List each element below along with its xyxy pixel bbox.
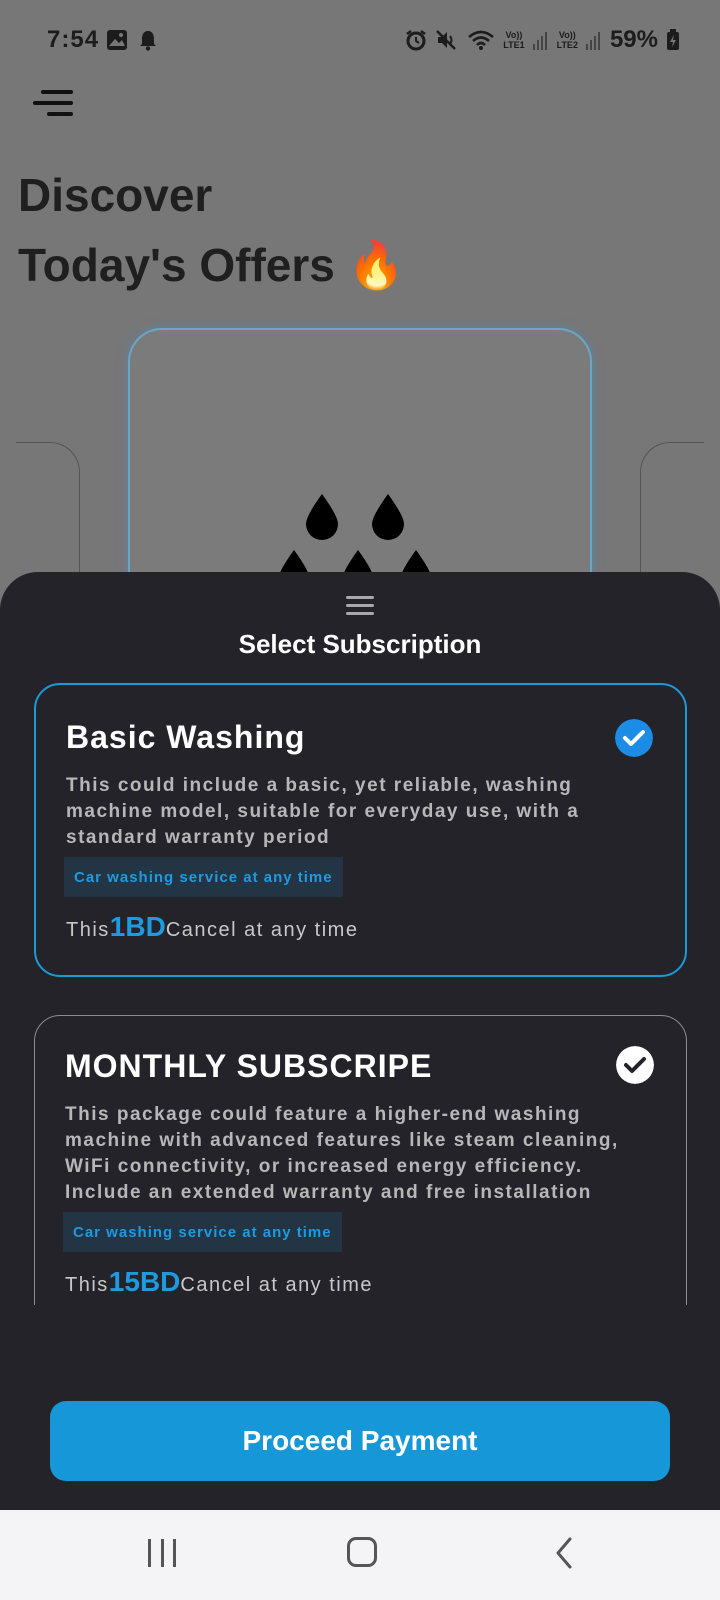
image-icon bbox=[107, 30, 127, 50]
plan-price: This 1BD Cancel at any time bbox=[66, 911, 358, 943]
signal-icon bbox=[585, 32, 600, 50]
check-circle-icon bbox=[616, 1046, 654, 1084]
recents-icon[interactable] bbox=[148, 1539, 176, 1567]
status-time: 7:54 bbox=[47, 26, 100, 53]
system-nav-bar bbox=[0, 1510, 720, 1600]
drag-handle-icon[interactable] bbox=[346, 596, 374, 616]
sim1-indicator: Vo)) LTE1 bbox=[503, 30, 525, 50]
plan-feature-tag: Car washing service at any time bbox=[63, 1212, 342, 1252]
plan-description: This could include a basic, yet reliable… bbox=[66, 775, 580, 848]
mute-icon bbox=[436, 30, 457, 50]
bell-icon bbox=[140, 31, 156, 51]
price-prefix: This bbox=[65, 1274, 109, 1296]
headline-line-2: Today's Offers 🔥 bbox=[18, 239, 405, 291]
wifi-icon bbox=[468, 30, 495, 50]
signal-icon bbox=[532, 32, 547, 50]
sheet-title: Select Subscription bbox=[238, 629, 482, 659]
price-prefix: This bbox=[66, 919, 110, 941]
plan-description: This package could feature a higher-end … bbox=[65, 1104, 619, 1203]
headline-line-1: Discover bbox=[18, 169, 213, 221]
price-suffix: Cancel at any time bbox=[165, 919, 359, 941]
alarm-icon bbox=[406, 30, 427, 51]
plan-feature-tag: Car washing service at any time bbox=[64, 857, 343, 897]
check-circle-icon bbox=[615, 719, 653, 757]
home-icon[interactable] bbox=[347, 1537, 377, 1567]
plan-name: MONTHLY SUBSCRIPE bbox=[65, 1048, 433, 1084]
plan-price: This 15BD Cancel at any time bbox=[65, 1266, 373, 1298]
sim2-indicator: Vo)) LTE2 bbox=[556, 30, 578, 50]
status-right-icons: Vo)) LTE1 Vo)) LTE2 59% bbox=[405, 26, 680, 54]
battery-percent: 59% bbox=[609, 26, 658, 53]
page-title: Discover Today's Offers 🔥 bbox=[18, 160, 405, 300]
proceed-payment-button[interactable]: Proceed Payment bbox=[50, 1401, 670, 1481]
subscription-sheet: Select Subscription Basic Washing This c… bbox=[0, 572, 720, 1510]
menu-icon[interactable] bbox=[33, 90, 73, 120]
status-left-icons bbox=[106, 29, 158, 51]
price-suffix: Cancel at any time bbox=[180, 1274, 374, 1296]
plan-card-basic[interactable]: Basic Washing This could include a basic… bbox=[34, 683, 687, 977]
price-amount: 1BD bbox=[109, 911, 166, 942]
price-amount: 15BD bbox=[108, 1266, 181, 1297]
plan-name: Basic Washing bbox=[66, 719, 306, 755]
status-bar: 7:54 Vo)) LTE1 Vo)) LTE2 59% bbox=[0, 0, 720, 80]
back-icon[interactable] bbox=[552, 1536, 578, 1570]
battery-icon bbox=[667, 29, 679, 50]
